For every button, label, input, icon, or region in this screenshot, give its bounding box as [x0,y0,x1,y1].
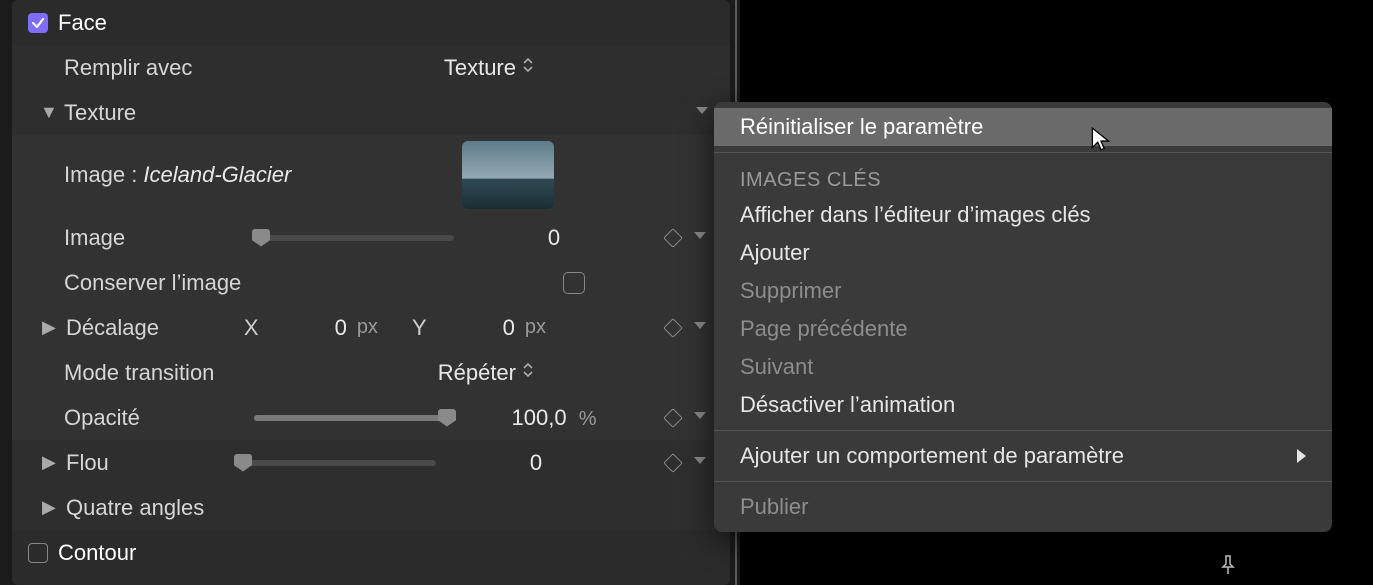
opacity-unit: % [579,408,597,430]
wrap-mode-value: Répéter [438,360,516,386]
offset-x-label: X [244,315,259,341]
contour-label: Contour [58,540,136,566]
hold-frame-checkbox[interactable] [563,272,585,294]
menu-add-label: Ajouter [740,240,810,266]
inspector-panel: Face Remplir avec Texture ▼ Texture Imag… [12,0,730,585]
pin-icon[interactable] [1221,555,1235,575]
four-corner-label: Quatre angles [66,495,204,521]
offset-y-unit: px [525,316,546,339]
offset-y-label: Y [412,315,427,341]
opacity-label: Opacité [64,405,234,431]
menu-show-label: Afficher dans l’éditeur d’images clés [740,202,1091,228]
offset-y-value[interactable]: 0 [503,315,515,341]
image-frame-value[interactable]: 0 [548,225,560,250]
menu-separator [714,152,1332,153]
param-row-opacity: Opacité 100,0 % [12,395,730,440]
offset-label: Décalage [66,315,206,341]
param-menu-icon[interactable] [694,412,706,419]
param-menu-icon[interactable] [694,232,706,239]
disclosure-right-icon[interactable]: ▶ [42,452,60,473]
menu-next: Suivant [714,348,1332,386]
menu-prev-label: Page précédente [740,316,908,342]
menu-delete-label: Supprimer [740,278,841,304]
texture-label: Texture [64,100,136,126]
image-frame-slider[interactable] [254,235,454,241]
param-row-blur: ▶ Flou 0 [12,440,730,485]
blur-label: Flou [66,450,216,476]
param-row-contour[interactable]: Contour [12,530,730,575]
menu-publish-label: Publier [740,494,808,520]
blur-slider[interactable] [236,460,436,466]
opacity-value[interactable]: 100,0 [512,405,567,430]
menu-reset-label: Réinitialiser le paramètre [740,114,983,140]
parameter-context-menu: Réinitialiser le paramètre IMAGES CLÉS A… [714,102,1332,532]
menu-add-parameter-behavior[interactable]: Ajouter un comportement de paramètre [714,437,1332,475]
image-source-name: Iceland-Glacier [143,162,291,188]
param-row-image-source: Image : Iceland-Glacier [12,135,730,215]
hold-frame-label: Conserver l’image [64,270,241,296]
param-row-hold-frame: Conserver l’image [12,260,730,305]
texture-thumbnail[interactable] [462,141,554,209]
fill-with-value: Texture [444,55,516,81]
chevron-updown-icon [522,361,534,384]
menu-addparam-label: Ajouter un comportement de paramètre [740,443,1124,469]
menu-show-in-keyframe-editor[interactable]: Afficher dans l’éditeur d’images clés [714,196,1332,234]
image-frame-label: Image [64,225,234,251]
keyframe-icon[interactable] [663,318,683,338]
opacity-slider[interactable] [254,415,454,421]
param-menu-icon[interactable] [696,107,708,114]
submenu-arrow-icon [1297,449,1306,463]
param-row-image-frame: Image 0 [12,215,730,260]
keyframe-icon[interactable] [663,228,683,248]
offset-x-value[interactable]: 0 [335,315,347,341]
face-checkbox[interactable] [28,13,48,33]
wrap-mode-dropdown[interactable]: Répéter [438,360,534,386]
menu-separator [714,430,1332,431]
param-menu-icon[interactable] [694,322,706,329]
menu-previous-page: Page précédente [714,310,1332,348]
param-row-offset: ▶ Décalage X 0 px Y 0 px [12,305,730,350]
contour-checkbox[interactable] [28,543,48,563]
image-source-prefix: Image : [64,162,137,188]
param-row-texture[interactable]: ▼ Texture [12,90,730,135]
wrap-mode-label: Mode transition [64,360,214,386]
chevron-updown-icon [522,56,534,79]
face-label: Face [58,10,107,36]
blur-value[interactable]: 0 [530,450,542,475]
menu-next-label: Suivant [740,354,813,380]
menu-section-keyframes: IMAGES CLÉS [714,159,1332,196]
param-row-fill-with: Remplir avec Texture [12,45,730,90]
menu-publish: Publier [714,488,1332,526]
param-row-face[interactable]: Face [12,0,730,45]
keyframe-icon[interactable] [663,453,683,473]
keyframe-icon[interactable] [663,408,683,428]
param-row-four-corner[interactable]: ▶ Quatre angles [12,485,730,530]
offset-x-unit: px [357,316,378,339]
disclosure-down-icon: ▼ [40,102,58,123]
param-menu-icon[interactable] [694,457,706,464]
menu-separator [714,481,1332,482]
disclosure-right-icon[interactable]: ▶ [42,317,60,338]
param-row-wrap-mode: Mode transition Répéter [12,350,730,395]
menu-add-keyframe[interactable]: Ajouter [714,234,1332,272]
fill-with-dropdown[interactable]: Texture [444,55,534,81]
disclosure-right-icon: ▶ [42,497,60,518]
menu-disable-label: Désactiver l’animation [740,392,955,418]
menu-delete-keyframe: Supprimer [714,272,1332,310]
menu-reset-parameter[interactable]: Réinitialiser le paramètre [714,108,1332,146]
menu-disable-animation[interactable]: Désactiver l’animation [714,386,1332,424]
fill-with-label: Remplir avec [64,55,192,81]
